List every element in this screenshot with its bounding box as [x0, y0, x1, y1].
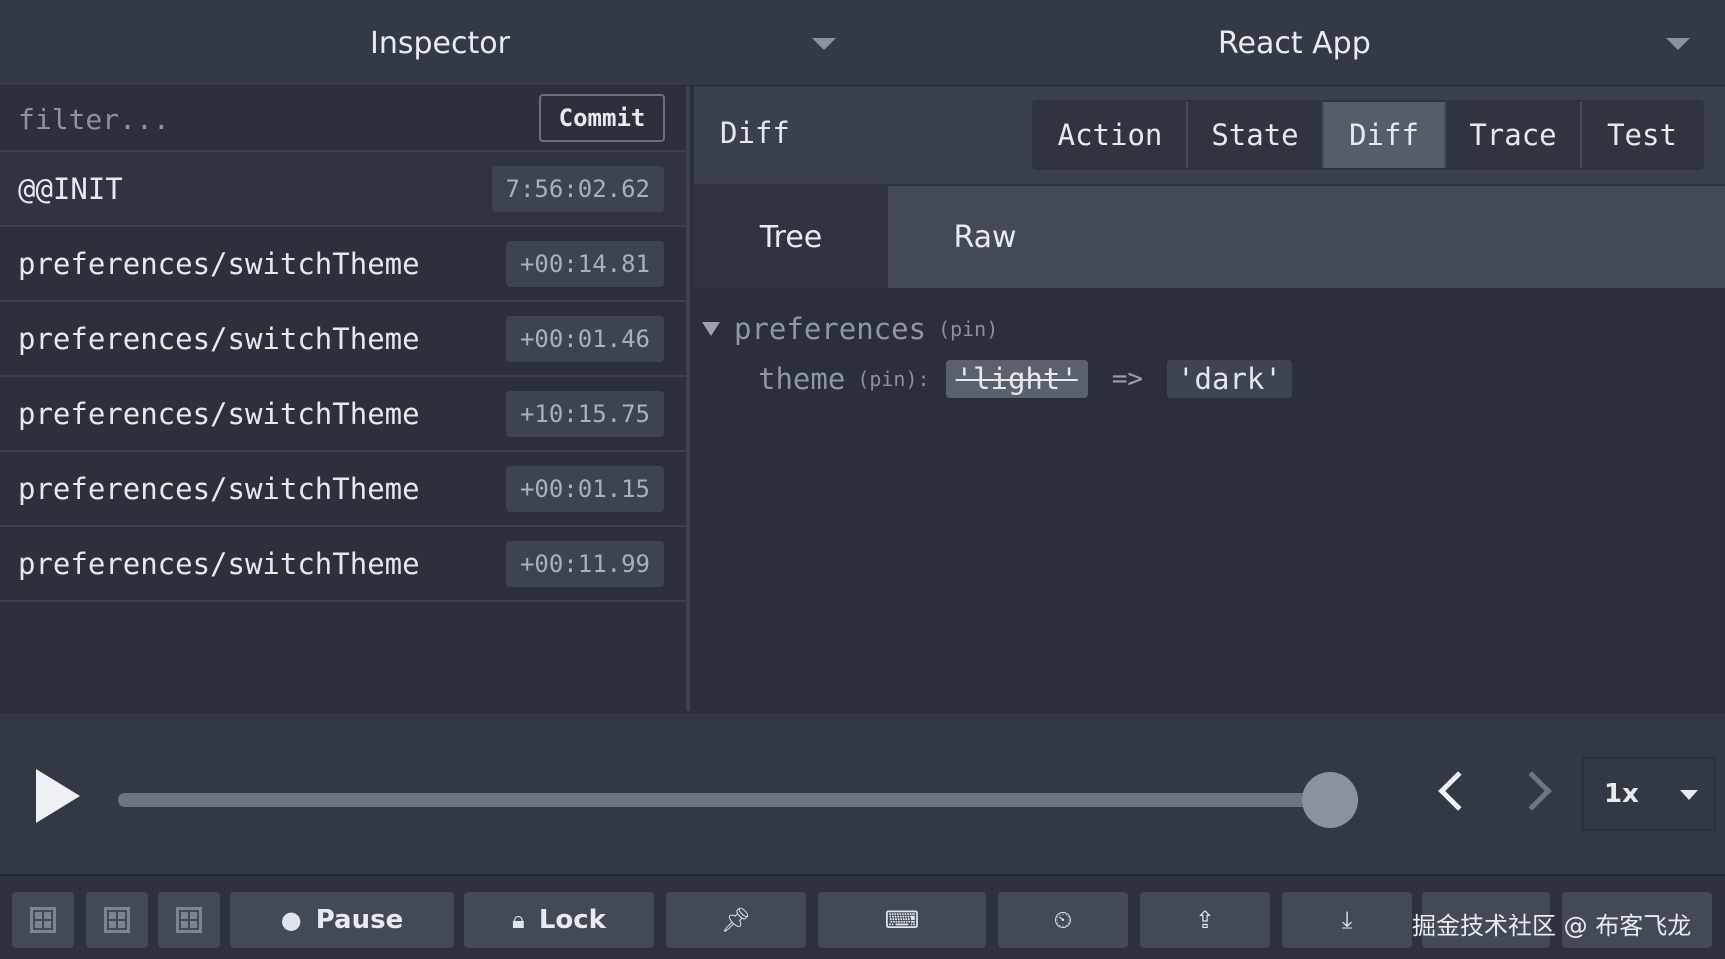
tree-leaf-key: theme — [758, 362, 846, 396]
chevron-left-icon[interactable] — [1438, 771, 1478, 811]
action-row[interactable]: preferences/switchTheme +00:11.99 — [0, 527, 686, 602]
upload-icon: ⇪ — [1194, 906, 1216, 934]
subtab-raw[interactable]: Raw — [888, 186, 1082, 288]
pause-label: Pause — [315, 905, 404, 935]
chevron-down-icon[interactable] — [1666, 38, 1690, 50]
old-value: 'light' — [945, 360, 1088, 398]
tree-node-key: preferences — [734, 312, 927, 346]
persist-button[interactable]: 📌︎ — [666, 892, 806, 948]
pin-icon: 📌︎ — [720, 906, 752, 934]
action-time: +00:01.15 — [505, 465, 664, 512]
new-value: 'dark' — [1167, 360, 1292, 398]
keyboard-icon: ⌨ — [884, 906, 920, 934]
window-grid-icon — [176, 907, 202, 933]
play-icon[interactable] — [36, 769, 80, 823]
commit-button[interactable]: Commit — [539, 94, 665, 142]
monitor-tabs: Action State Diff Trace Test — [1032, 100, 1704, 170]
filter-input[interactable] — [18, 98, 518, 140]
timer-off-icon: ⏲ — [1053, 906, 1073, 934]
speed-value: 1x — [1604, 779, 1639, 809]
tree-leaf-theme: theme (pin): 'light' => 'dark' — [758, 360, 1292, 398]
monitor-panel: Diff Action State Diff Trace Test Tree R… — [694, 86, 1725, 711]
filter-row: Commit — [0, 86, 686, 152]
diff-arrow: => — [1111, 364, 1144, 394]
remote-button[interactable]: ⏲ — [998, 892, 1128, 948]
dock-right-button[interactable] — [86, 892, 148, 948]
subtab-tree[interactable]: Tree — [694, 186, 888, 288]
export-button[interactable]: ⤓ — [1282, 892, 1412, 948]
expand-arrow-icon[interactable] — [702, 322, 720, 336]
tab-action[interactable]: Action — [1034, 102, 1188, 168]
action-name: preferences/switchTheme — [18, 471, 420, 506]
action-row[interactable]: preferences/switchTheme +10:15.75 — [0, 377, 686, 452]
lock-icon: 🔒︎ — [512, 906, 525, 934]
tab-state[interactable]: State — [1188, 102, 1324, 168]
diff-tree: preferences (pin) theme (pin): 'light' =… — [694, 288, 1725, 711]
action-name: preferences/switchTheme — [18, 546, 420, 581]
download-icon: ⤓ — [1341, 906, 1353, 934]
slider-thumb[interactable] — [1302, 772, 1358, 828]
record-icon: ● — [280, 906, 302, 934]
action-row[interactable]: preferences/switchTheme +00:01.46 — [0, 302, 686, 377]
action-list-panel: Commit @@INIT 7:56:02.62 preferences/swi… — [0, 86, 690, 711]
action-row[interactable]: preferences/switchTheme +00:14.81 — [0, 227, 686, 302]
action-time: +00:14.81 — [505, 240, 664, 287]
diff-subtabs: Tree Raw — [694, 186, 1725, 288]
monitor-header: Diff Action State Diff Trace Test — [694, 86, 1725, 186]
lock-label: Lock — [538, 905, 606, 935]
action-time: +00:01.46 — [505, 315, 664, 362]
dock-bottom-button[interactable] — [158, 892, 220, 948]
slider-monitor: 1x — [0, 711, 1725, 874]
action-time: +10:15.75 — [505, 390, 664, 437]
action-name: @@INIT — [18, 171, 123, 206]
tree-node-preferences[interactable]: preferences (pin) — [702, 312, 998, 346]
monitor-selector[interactable]: Inspector — [370, 0, 510, 86]
chevron-down-icon — [1680, 790, 1698, 800]
pin-link[interactable]: (pin) — [938, 317, 998, 341]
chevron-right-icon[interactable] — [1512, 771, 1552, 811]
action-name: preferences/switchTheme — [18, 321, 420, 356]
monitor-title: Diff — [720, 116, 790, 150]
pause-button[interactable]: ● Pause — [230, 892, 454, 948]
dispatch-button[interactable]: ⌨ — [818, 892, 986, 948]
action-row[interactable]: preferences/switchTheme +00:01.15 — [0, 452, 686, 527]
action-time: 7:56:02.62 — [491, 165, 664, 212]
pin-link[interactable]: (pin): — [857, 367, 929, 391]
slider-track[interactable] — [118, 772, 1358, 828]
tab-diff[interactable]: Diff — [1324, 102, 1446, 168]
bottom-toolbar: ● Pause 🔒︎ Lock 📌︎ ⌨ ⏲ ⇪ ⤓ 掘金技术社区 @ 布客飞龙 — [0, 874, 1725, 959]
action-time: +00:11.99 — [505, 540, 664, 587]
action-row[interactable]: @@INIT 7:56:02.62 — [0, 152, 686, 227]
monitor-selector-label: Inspector — [370, 25, 510, 61]
speed-select[interactable]: 1x — [1582, 757, 1716, 831]
window-grid-icon — [104, 907, 130, 933]
watermark: 掘金技术社区 @ 布客飞龙 — [1412, 912, 1692, 940]
lock-button[interactable]: 🔒︎ Lock — [464, 892, 654, 948]
instance-selector[interactable]: React App — [1218, 0, 1371, 86]
tab-trace[interactable]: Trace — [1446, 102, 1582, 168]
action-name: preferences/switchTheme — [18, 246, 420, 281]
dock-left-button[interactable] — [12, 892, 74, 948]
instance-selector-label: React App — [1218, 25, 1371, 61]
action-name: preferences/switchTheme — [18, 396, 420, 431]
tab-test[interactable]: Test — [1582, 102, 1702, 168]
import-button[interactable]: ⇪ — [1140, 892, 1270, 948]
chevron-down-icon[interactable] — [812, 38, 836, 50]
window-grid-icon — [30, 907, 56, 933]
top-bar: Inspector React App — [0, 0, 1725, 86]
